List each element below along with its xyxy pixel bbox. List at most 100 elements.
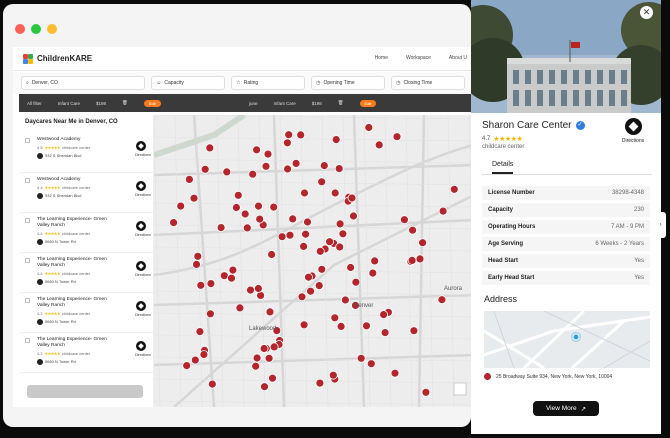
map-pin-icon[interactable] bbox=[364, 123, 374, 132]
map-pin-icon[interactable] bbox=[335, 219, 345, 229]
map-pin-icon[interactable] bbox=[317, 264, 327, 274]
location-search-input[interactable]: ⌕ Denver, CO bbox=[21, 76, 146, 90]
map-pin-icon[interactable] bbox=[380, 328, 390, 338]
map-pin-icon[interactable] bbox=[330, 188, 340, 198]
map-pin-icon[interactable] bbox=[351, 277, 361, 287]
map-pin-icon[interactable] bbox=[235, 303, 245, 313]
list-item[interactable]: Westwood Academy 4.4 ★★★★★ childcare center… bbox=[19, 173, 153, 213]
map-pin-icon[interactable] bbox=[418, 238, 428, 248]
map-pin-icon[interactable] bbox=[283, 164, 293, 174]
map-pin-icon[interactable] bbox=[301, 229, 311, 239]
map-pin-icon[interactable] bbox=[205, 143, 215, 153]
directions-button[interactable]: Directions bbox=[135, 220, 151, 237]
map-pin-icon[interactable] bbox=[222, 167, 232, 177]
list-item[interactable]: The Learning Experience- Green Valley Ra… bbox=[19, 253, 153, 293]
map-pin-icon[interactable] bbox=[267, 250, 276, 259]
map-pin-icon[interactable] bbox=[317, 177, 327, 187]
map-pin-icon[interactable] bbox=[319, 161, 329, 170]
map-pin-icon[interactable] bbox=[196, 280, 206, 290]
rating-filter[interactable]: ☆ Rating bbox=[231, 76, 306, 90]
map-pin-icon[interactable] bbox=[335, 242, 345, 252]
map-pin-icon[interactable] bbox=[407, 255, 417, 265]
directions-button[interactable]: Directions bbox=[619, 118, 647, 144]
map-pin-icon[interactable] bbox=[189, 193, 199, 203]
directions-button[interactable]: Directions bbox=[135, 260, 151, 277]
map-pin-icon[interactable] bbox=[409, 326, 419, 336]
map-pin-icon[interactable] bbox=[251, 361, 261, 371]
map-pin-icon[interactable] bbox=[264, 353, 274, 363]
map-pin-icon[interactable] bbox=[349, 211, 358, 221]
map-pin-icon[interactable] bbox=[254, 201, 263, 211]
map-pin-icon[interactable] bbox=[325, 237, 335, 247]
map-pin-icon[interactable] bbox=[269, 202, 279, 212]
map-pin-icon[interactable] bbox=[366, 359, 376, 369]
list-item[interactable]: The Learning Experience- Green Valley Ra… bbox=[19, 333, 153, 373]
map-pin-icon[interactable] bbox=[240, 209, 250, 219]
map-pin-icon[interactable] bbox=[437, 295, 447, 305]
closing-time-filter[interactable]: ◷ Closing Time bbox=[391, 76, 465, 90]
map-pin-icon[interactable] bbox=[227, 273, 236, 283]
map-pin-icon[interactable] bbox=[176, 201, 186, 211]
nav-home[interactable]: Home bbox=[375, 55, 388, 61]
map-pin-icon[interactable] bbox=[449, 184, 459, 194]
map-pin-icon[interactable] bbox=[306, 286, 316, 296]
view-more-list-button[interactable] bbox=[27, 385, 143, 398]
select-checkbox[interactable] bbox=[25, 297, 30, 303]
list-item[interactable]: The Learning Experience- Green Valley Ra… bbox=[19, 213, 153, 253]
trash-icon[interactable]: 🗑 bbox=[122, 100, 128, 106]
address-map[interactable] bbox=[484, 311, 650, 368]
map-zoom-button[interactable] bbox=[453, 382, 467, 396]
map-pin-icon[interactable] bbox=[219, 271, 229, 281]
opening-time-filter[interactable]: ◷ Opening Time bbox=[311, 76, 386, 90]
map-pin-icon[interactable] bbox=[254, 284, 263, 293]
map-pin-icon[interactable] bbox=[190, 355, 200, 365]
map-pin-icon[interactable] bbox=[259, 344, 269, 353]
map-pin-icon[interactable] bbox=[182, 361, 192, 371]
map-pin-icon[interactable] bbox=[379, 310, 389, 320]
map-pin-icon[interactable] bbox=[228, 265, 238, 275]
list-item[interactable]: Westwood Academy 4.5 ★★★★★ childcare center… bbox=[19, 133, 153, 173]
map-pin-icon[interactable] bbox=[242, 223, 252, 233]
map-pin-icon[interactable] bbox=[330, 313, 340, 323]
map-pin-icon[interactable] bbox=[299, 241, 309, 251]
map-pin-icon[interactable] bbox=[199, 350, 209, 359]
map-pin-icon[interactable] bbox=[314, 281, 324, 291]
map-pin-icon[interactable] bbox=[200, 164, 210, 174]
map-pin-icon[interactable] bbox=[252, 145, 261, 155]
collapse-panel-handle[interactable]: › bbox=[655, 212, 666, 238]
map-pin-icon[interactable] bbox=[233, 190, 243, 200]
view-more-button[interactable]: View More ↗ bbox=[533, 401, 599, 416]
map-pin-icon[interactable] bbox=[265, 307, 275, 317]
map-pin-icon[interactable] bbox=[346, 263, 356, 272]
map-pin-icon[interactable] bbox=[185, 175, 194, 184]
map-pin-icon[interactable] bbox=[328, 370, 338, 380]
map-pin-icon[interactable] bbox=[356, 353, 366, 363]
maximize-window-dot[interactable] bbox=[31, 24, 41, 34]
directions-button[interactable]: Directions bbox=[135, 140, 151, 157]
map-canvas[interactable]: Denver Lakewood Aurora bbox=[154, 115, 471, 407]
map-pin-icon[interactable] bbox=[261, 161, 271, 171]
map-pin-icon[interactable] bbox=[304, 272, 313, 282]
map-pin-icon[interactable] bbox=[207, 379, 217, 389]
map-pin-icon[interactable] bbox=[303, 217, 312, 227]
map-pin-icon[interactable] bbox=[390, 368, 400, 378]
map-pin-icon[interactable] bbox=[284, 130, 294, 140]
close-window-dot[interactable] bbox=[15, 24, 25, 34]
directions-button[interactable]: Directions bbox=[135, 180, 151, 197]
minimize-window-dot[interactable] bbox=[47, 24, 57, 34]
map-pin-icon[interactable] bbox=[193, 251, 203, 261]
saved-filter-edit-button[interactable]: Edit bbox=[359, 99, 377, 107]
nav-about[interactable]: About U bbox=[449, 55, 467, 61]
tab-details[interactable]: Details bbox=[492, 161, 514, 174]
select-checkbox[interactable] bbox=[25, 337, 30, 343]
list-item[interactable]: The Learning Experience- Green Valley Ra… bbox=[19, 293, 153, 333]
map-view[interactable]: Denver Lakewood Aurora bbox=[154, 115, 471, 407]
saved-filter-edit-button[interactable]: Edit bbox=[143, 99, 161, 107]
map-pin-icon[interactable] bbox=[277, 232, 287, 242]
map-pin-icon[interactable] bbox=[232, 203, 241, 212]
map-pin-icon[interactable] bbox=[255, 214, 265, 224]
map-pin-icon[interactable] bbox=[263, 149, 273, 159]
map-pin-icon[interactable] bbox=[282, 138, 292, 148]
map-pin-icon[interactable] bbox=[331, 135, 341, 145]
map-pin-icon[interactable] bbox=[370, 256, 380, 266]
